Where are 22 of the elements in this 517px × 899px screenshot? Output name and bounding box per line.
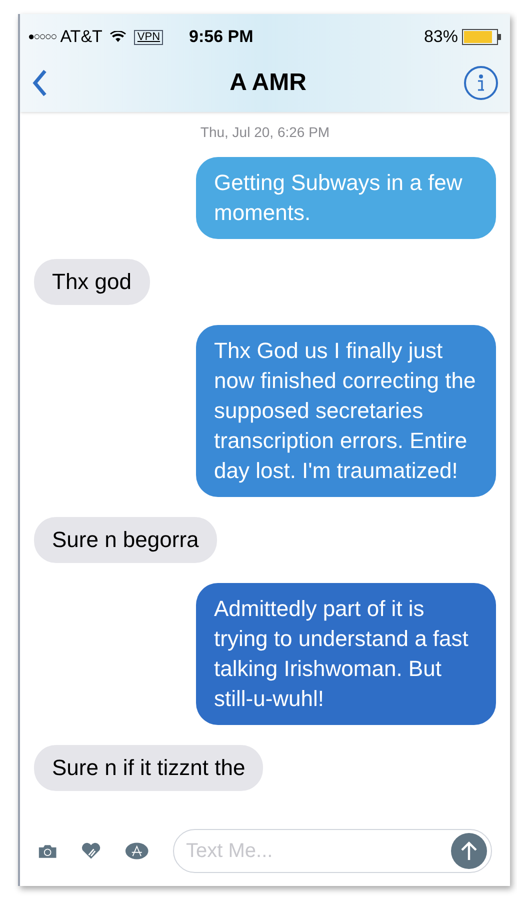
message-timestamp: Thu, Jul 20, 6:26 PM <box>199 123 331 142</box>
info-icon <box>477 74 485 92</box>
send-button[interactable] <box>451 833 487 869</box>
chevron-left-icon <box>32 69 48 97</box>
battery-icon <box>462 29 502 45</box>
signal-strength: ●○○○○ <box>28 30 56 45</box>
message-field[interactable]: Text Me... <box>173 829 492 873</box>
received-message: Thx god <box>34 259 150 305</box>
info-button[interactable] <box>464 66 498 100</box>
sent-message: Getting Subways in a few moments. <box>196 157 496 239</box>
sent-message: Admittedly part of it is trying to understand a fast talking Irishwoman. But still-u-wuhl! <box>196 583 496 725</box>
received-message: Sure n if it tizznt the <box>34 745 264 791</box>
message-input[interactable]: Text Me... <box>186 836 451 866</box>
status-time: 9:56 PM <box>189 26 254 48</box>
received-message: Sure n begorra <box>34 517 217 563</box>
conversation-title: A AMR <box>228 68 308 98</box>
carrier-name: AT&T <box>60 26 102 48</box>
wifi-icon <box>110 31 126 43</box>
sent-message: Thx God us I finally just now finished correcting the supposed secretaries transcription errors. Entire day lost. I'm traumatized! <box>196 325 496 497</box>
battery-percentage: 83% <box>424 26 458 48</box>
vpn-indicator: VPN <box>134 30 164 44</box>
arrow-up-icon <box>461 841 477 861</box>
